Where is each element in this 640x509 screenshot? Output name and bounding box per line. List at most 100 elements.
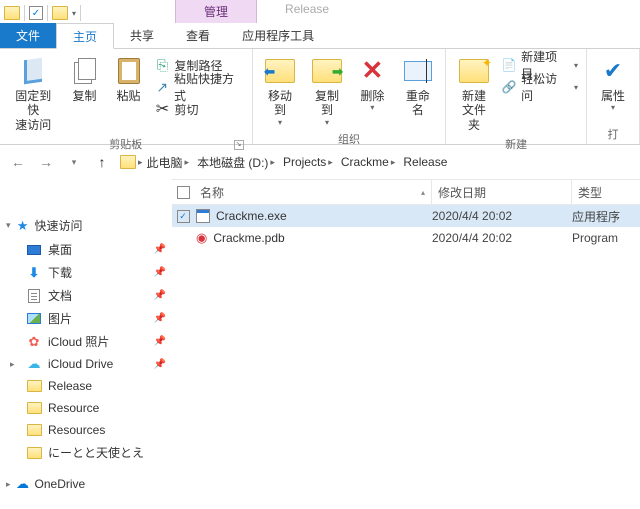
sidebar-onedrive[interactable]: ▸ ☁ OneDrive <box>4 472 168 496</box>
move-to-label: 移动到 <box>263 89 298 118</box>
qat-folder-icon[interactable] <box>52 6 68 20</box>
paste-label: 粘贴 <box>116 89 140 103</box>
file-name: Crackme.exe <box>216 209 287 223</box>
clipboard-group-label: 剪贴板 <box>109 139 142 151</box>
sidebar-item-release[interactable]: Release <box>4 375 168 397</box>
delete-label: 删除 <box>360 89 384 103</box>
chevron-down-icon: ▾ <box>370 103 374 113</box>
properties-icon: ✔ <box>597 55 629 87</box>
up-button[interactable]: ↑ <box>90 150 114 174</box>
delete-button[interactable]: ✕ 删除 ▾ <box>352 53 392 115</box>
file-row[interactable]: ◉ Crackme.pdb 2020/4/4 20:02 Program <box>172 227 640 249</box>
tab-file[interactable]: 文件 <box>0 23 56 48</box>
star-icon: ★ <box>15 218 31 234</box>
file-name: Crackme.pdb <box>213 231 284 245</box>
new-folder-button[interactable]: 新建 文件夹 <box>452 53 495 134</box>
desktop-icon <box>27 245 41 255</box>
column-date[interactable]: 修改日期 <box>432 180 572 204</box>
rename-button[interactable]: 重命名 <box>396 53 439 120</box>
qat-dropdown-icon[interactable]: ▾ <box>72 9 76 18</box>
sidebar-item-downloads[interactable]: ⬇下载📌 <box>4 261 168 284</box>
history-dropdown[interactable]: ▾ <box>62 150 86 174</box>
pin-icon: 📌 <box>154 290 166 301</box>
shortcut-icon: ↗ <box>155 79 170 95</box>
paste-button[interactable]: 粘贴 <box>109 53 149 105</box>
paste-shortcut-button[interactable]: ↗粘贴快捷方式 <box>155 77 244 97</box>
copy-to-button[interactable]: ➡ 复制到 ▾ <box>306 53 349 129</box>
file-date: 2020/4/4 20:02 <box>432 231 572 245</box>
breadcrumb-drive[interactable]: 本地磁盘 (D:)▸ <box>193 150 279 174</box>
properties-label: 属性 <box>601 89 625 103</box>
quick-access-toolbar: ✓ ▾ <box>0 3 85 23</box>
tab-share[interactable]: 共享 <box>114 23 170 48</box>
easy-access-button[interactable]: 🔗轻松访问▾ <box>502 77 578 97</box>
back-button[interactable]: ← <box>6 150 30 174</box>
icloud-drive-icon: ☁ <box>26 356 42 372</box>
easy-access-icon: 🔗 <box>502 79 518 95</box>
folder-icon <box>27 380 42 392</box>
clipboard-launcher-icon[interactable]: ↘ <box>234 140 244 150</box>
window-title: Release <box>257 0 357 23</box>
sidebar-item-desktop[interactable]: 桌面📌 <box>4 238 168 261</box>
properties-button[interactable]: ✔ 属性 ▾ <box>593 53 633 115</box>
column-name[interactable]: 名称▴ <box>194 180 432 204</box>
pin-icon: 📌 <box>154 244 166 255</box>
new-item-icon: 📄 <box>502 57 518 73</box>
pin-to-quick-access-button[interactable]: 固定到快 速访问 <box>6 53 61 134</box>
cut-button[interactable]: ✂剪切 <box>155 99 244 119</box>
pin-label: 固定到快 速访问 <box>10 89 57 132</box>
sidebar: ▾ ★ 快速访问 桌面📌 ⬇下载📌 文档📌 图片📌 ✿iCloud 照片📌 ▸☁… <box>0 205 172 509</box>
sidebar-item-documents[interactable]: 文档📌 <box>4 284 168 307</box>
new-folder-label: 新建 文件夹 <box>456 89 491 132</box>
sidebar-item-resources[interactable]: Resources <box>4 419 168 441</box>
file-row[interactable]: ✓ Crackme.exe 2020/4/4 20:02 应用程序 <box>172 205 640 227</box>
row-checkbox[interactable]: ✓ <box>177 210 190 223</box>
sidebar-item-pictures[interactable]: 图片📌 <box>4 307 168 330</box>
exe-icon <box>196 209 210 223</box>
tab-view[interactable]: 查看 <box>170 23 226 48</box>
select-all-checkbox[interactable] <box>177 186 190 199</box>
onedrive-icon: ☁ <box>15 476 31 492</box>
pin-icon: 📌 <box>154 313 166 324</box>
copy-to-icon: ➡ <box>312 59 342 83</box>
file-type: Program <box>572 231 640 245</box>
sidebar-item-icloud-drive[interactable]: ▸☁iCloud Drive📌 <box>4 353 168 375</box>
ribbon-tabs: 文件 主页 共享 查看 应用程序工具 <box>0 23 640 49</box>
breadcrumb-projects[interactable]: Projects▸ <box>279 150 337 174</box>
pin-icon: 📌 <box>154 359 166 370</box>
sidebar-item-icloud-photos[interactable]: ✿iCloud 照片📌 <box>4 330 168 353</box>
column-headers: 名称▴ 修改日期 类型 <box>172 179 640 205</box>
chevron-down-icon: ▾ <box>278 118 282 128</box>
column-type[interactable]: 类型 <box>572 184 640 201</box>
tab-home[interactable]: 主页 <box>56 23 114 49</box>
pdb-icon: ◉ <box>196 230 207 246</box>
copy-label: 复制 <box>72 89 96 103</box>
document-icon <box>28 289 40 303</box>
sidebar-quick-access[interactable]: ▾ ★ 快速访问 <box>4 213 168 238</box>
open-group-label: 打 <box>593 124 633 142</box>
organize-group-label: 组织 <box>259 129 440 147</box>
file-type: 应用程序 <box>572 208 640 225</box>
breadcrumb-release[interactable]: Release <box>399 150 451 174</box>
chevron-down-icon: ▾ <box>611 103 615 113</box>
pictures-icon <box>27 313 41 324</box>
folder-icon <box>27 447 42 459</box>
app-icon <box>4 6 20 20</box>
file-list[interactable]: ✓ Crackme.exe 2020/4/4 20:02 应用程序 ◉ Crack… <box>172 205 640 509</box>
sidebar-item-jp-folder[interactable]: にーとと天使とえ <box>4 441 168 464</box>
qat-checkbox-icon[interactable]: ✓ <box>29 6 43 20</box>
folder-icon <box>27 402 42 414</box>
move-to-button[interactable]: ⬅ 移动到 ▾ <box>259 53 302 129</box>
new-group-label: 新建 <box>452 134 580 152</box>
copy-to-label: 复制到 <box>310 89 345 118</box>
address-bar[interactable]: ▸ 此电脑▸ 本地磁盘 (D:)▸ Projects▸ Crackme▸ Rel… <box>118 150 451 174</box>
copy-icon <box>74 58 96 84</box>
pin-icon: 📌 <box>154 336 166 347</box>
forward-button: → <box>34 150 58 174</box>
breadcrumb-crackme[interactable]: Crackme▸ <box>337 150 400 174</box>
breadcrumb-this-pc[interactable]: 此电脑▸ <box>143 150 194 174</box>
tab-app-tools[interactable]: 应用程序工具 <box>226 23 330 48</box>
file-date: 2020/4/4 20:02 <box>432 209 572 223</box>
sidebar-item-resource[interactable]: Resource <box>4 397 168 419</box>
copy-button[interactable]: 复制 <box>65 53 105 105</box>
